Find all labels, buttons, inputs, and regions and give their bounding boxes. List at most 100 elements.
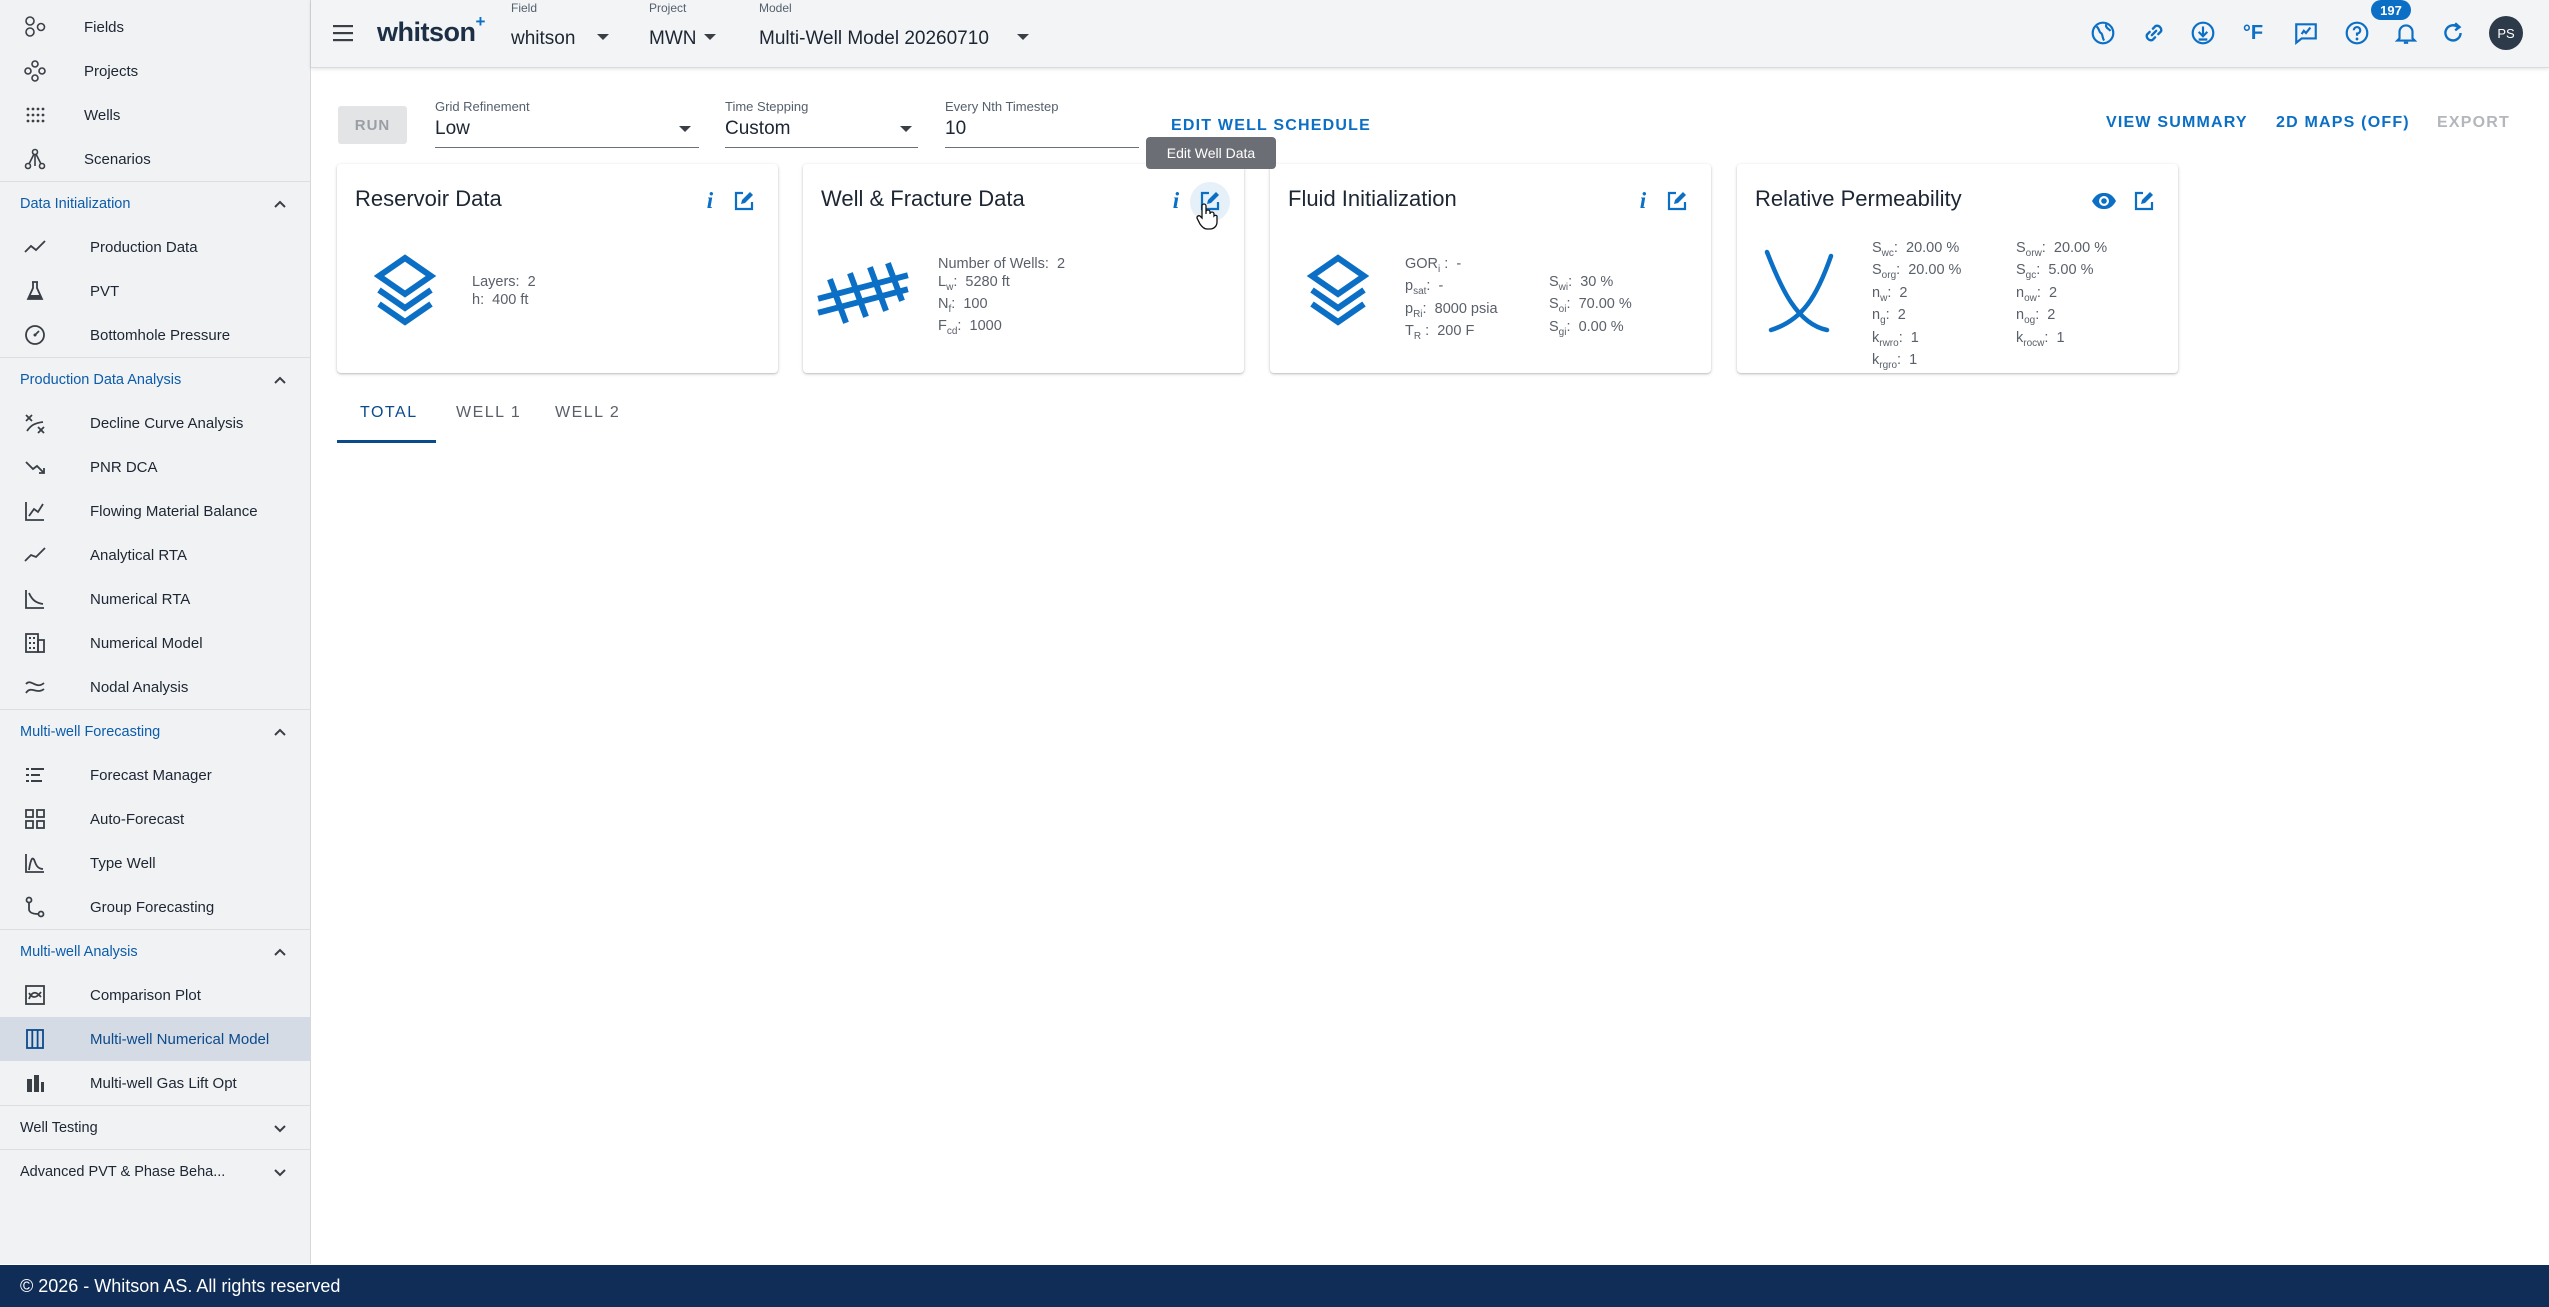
gauge-icon (22, 322, 48, 348)
grid-building-icon (22, 630, 48, 656)
sidebar-item-projects[interactable]: Projects (0, 49, 310, 93)
2d-maps-toggle-button[interactable]: 2D MAPS (OFF) (2276, 114, 2410, 132)
gas-lift-icon (22, 1070, 48, 1096)
tab-well-2[interactable]: WELL 2 (555, 404, 620, 444)
sidebar-item-production-data[interactable]: Production Data (0, 225, 310, 269)
grid-icon (22, 806, 48, 832)
model-select[interactable]: Model Multi-Well Model 20260710 (759, 0, 1059, 68)
edit-icon[interactable] (2131, 188, 2157, 214)
sidebar-item-label: Bottomhole Pressure (90, 326, 231, 344)
info-icon[interactable]: i (1630, 188, 1656, 214)
edit-well-schedule-button[interactable]: EDIT WELL SCHEDULE (1171, 117, 1371, 135)
globe-icon[interactable] (2086, 16, 2120, 50)
sidebar-item-scenarios[interactable]: Scenarios (0, 137, 310, 181)
sidebar-item-multi-well-numerical-model[interactable]: Multi-well Numerical Model (0, 1017, 310, 1061)
field-select[interactable]: Field whitson (511, 0, 631, 68)
project-select[interactable]: Project MWN (649, 0, 729, 68)
line-chart-icon (22, 234, 48, 260)
hand-cursor-icon (1196, 203, 1218, 230)
sidebar-item-pvt[interactable]: PVT (0, 269, 310, 313)
axis-chart-icon (22, 498, 48, 524)
sidebar-item-label: Numerical RTA (90, 590, 191, 608)
relperm-curves-icon (1764, 249, 1834, 333)
info-icon[interactable]: i (1163, 188, 1189, 214)
sidebar-item-fields[interactable]: Fields (0, 5, 310, 49)
sidebar-item-numerical-rta[interactable]: Numerical RTA (0, 577, 310, 621)
section-well-testing[interactable]: Well Testing (0, 1105, 310, 1149)
edit-icon[interactable] (1664, 188, 1690, 214)
link-icon[interactable] (2137, 16, 2171, 50)
tab-total[interactable]: TOTAL (360, 404, 418, 444)
field-caption: Field (511, 1, 538, 15)
brand-logo[interactable]: whitson+ (377, 12, 485, 48)
section-data-initialization[interactable]: Data Initialization (0, 181, 310, 225)
help-icon[interactable] (2340, 16, 2374, 50)
fluid-initialization-card: Fluid Initialization i GORi : - psat: - … (1270, 164, 1711, 373)
sidebar-item-type-well[interactable]: Type Well (0, 841, 310, 885)
sidebar-item-nodal-analysis[interactable]: Nodal Analysis (0, 665, 310, 709)
hamburger-menu-icon[interactable] (331, 22, 355, 44)
grid-refinement-select[interactable]: Grid Refinement Low (435, 96, 699, 148)
tab-well-1[interactable]: WELL 1 (456, 404, 521, 444)
info-icon[interactable]: i (697, 188, 723, 214)
avatar[interactable]: PS (2489, 16, 2523, 50)
dropdown-arrow-icon (704, 34, 716, 40)
dropdown-arrow-icon (1017, 34, 1029, 40)
sidebar-item-multi-well-gas-lift-opt[interactable]: Multi-well Gas Lift Opt (0, 1061, 310, 1105)
edit-icon[interactable] (731, 188, 757, 214)
sidebar-item-flowing-material-balance[interactable]: Flowing Material Balance (0, 489, 310, 533)
sidebar-item-label: Comparison Plot (90, 986, 201, 1004)
sidebar-item-label: Wells (84, 106, 121, 124)
card-title: Relative Permeability (1755, 186, 1962, 211)
section-advanced-pvt[interactable]: Advanced PVT & Phase Beha... (0, 1149, 310, 1193)
flask-icon (22, 278, 48, 304)
section-multi-well-forecasting[interactable]: Multi-well Forecasting (0, 709, 310, 753)
field-value: whitson (511, 28, 576, 49)
chevron-up-icon (274, 728, 286, 736)
comparison-plot-icon (22, 982, 48, 1008)
view-summary-button[interactable]: VIEW SUMMARY (2106, 114, 2248, 132)
time-stepping-select[interactable]: Time Stepping Custom (725, 96, 918, 148)
feedback-icon[interactable] (2289, 16, 2323, 50)
sidebar-item-forecast-manager[interactable]: Forecast Manager (0, 753, 310, 797)
section-label: Advanced PVT & Phase Beha... (20, 1163, 226, 1180)
relperm-stats-left: Swc: 20.00 % Sorg: 20.00 % nw: 2 ng: 2 k… (1872, 240, 1962, 371)
eye-icon[interactable] (2091, 188, 2117, 214)
sidebar-item-label: Analytical RTA (90, 546, 187, 564)
section-multi-well-analysis[interactable]: Multi-well Analysis (0, 929, 310, 973)
app-header: whitson+ Field whitson Project MWN Model… (311, 0, 2549, 68)
sidebar-item-numerical-model[interactable]: Numerical Model (0, 621, 310, 665)
chevron-down-icon (274, 1169, 286, 1177)
card-title: Well & Fracture Data (821, 186, 1025, 211)
sidebar-item-decline-curve-analysis[interactable]: Decline Curve Analysis (0, 401, 310, 445)
section-production-data-analysis[interactable]: Production Data Analysis (0, 357, 310, 401)
chevron-up-icon (274, 948, 286, 956)
sidebar-item-auto-forecast[interactable]: Auto-Forecast (0, 797, 310, 841)
sidebar-item-label: Projects (84, 62, 139, 80)
type-curve-icon (22, 850, 48, 876)
reservoir-stats: Layers: 2 h: 400 ft (472, 274, 536, 308)
sidebar-item-bottomhole-pressure[interactable]: Bottomhole Pressure (0, 313, 310, 357)
sidebar-item-group-forecasting[interactable]: Group Forecasting (0, 885, 310, 929)
relperm-stats-right: Sorw: 20.00 % Sgc: 5.00 % now: 2 nog: 2 … (2016, 240, 2108, 349)
nth-timestep-input[interactable]: Every Nth Timestep 10 (945, 96, 1139, 148)
temperature-unit-icon[interactable]: °F (2236, 16, 2270, 50)
nth-timestep-caption: Every Nth Timestep (945, 99, 1059, 114)
section-label: Production Data Analysis (20, 371, 182, 388)
footer-copyright: © 2026 - Whitson AS. All rights reserved (20, 1275, 341, 1296)
grid-refinement-value: Low (435, 118, 470, 139)
sidebar-item-pnr-dca[interactable]: PNR DCA (0, 445, 310, 489)
sidebar-item-comparison-plot[interactable]: Comparison Plot (0, 973, 310, 1017)
export-button: EXPORT (2437, 114, 2510, 131)
nth-timestep-value: 10 (945, 118, 967, 139)
project-caption: Project (649, 1, 687, 15)
notifications-icon[interactable] (2389, 16, 2423, 50)
refresh-icon[interactable] (2436, 16, 2470, 50)
sidebar-item-analytical-rta[interactable]: Analytical RTA (0, 533, 310, 577)
well-stats: Number of Wells: 2 Lw: 5280 ft Nf: 100 F… (938, 256, 1066, 338)
download-icon[interactable] (2186, 16, 2220, 50)
columns-icon (22, 1026, 48, 1052)
run-button[interactable]: RUN (338, 106, 407, 144)
sidebar-item-wells[interactable]: Wells (0, 93, 310, 137)
sidebar-item-label: Decline Curve Analysis (90, 414, 244, 432)
